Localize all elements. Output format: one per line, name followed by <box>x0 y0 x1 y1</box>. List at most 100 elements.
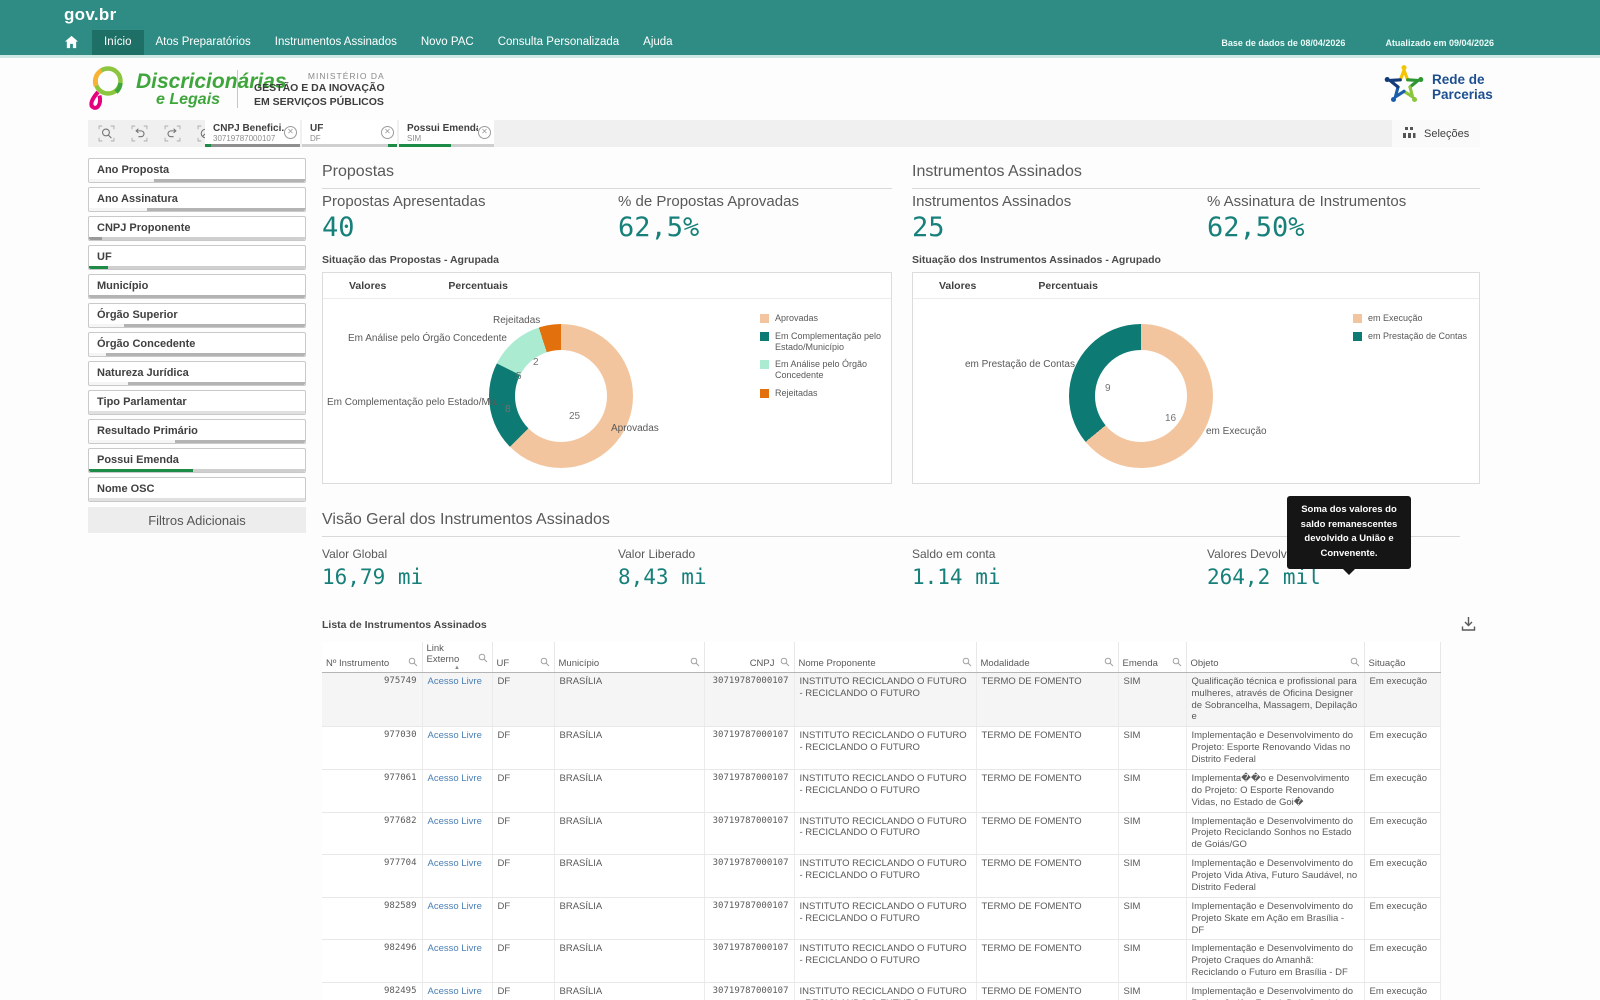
external-link[interactable]: Acesso Livre <box>428 816 482 827</box>
cell-n-instrumento[interactable]: 977030 <box>322 727 422 770</box>
cell-n-instrumento[interactable]: 982496 <box>322 940 422 983</box>
cell-link-externo[interactable]: Acesso Livre <box>422 812 492 855</box>
sidebar-filter-possui-emenda[interactable]: Possui Emenda <box>88 448 306 473</box>
additional-filters-button[interactable]: Filtros Adicionais <box>88 507 306 533</box>
sidebar-filter-municipio[interactable]: Município <box>88 274 306 299</box>
cell-uf[interactable]: DF <box>492 855 554 898</box>
cell-uf[interactable]: DF <box>492 769 554 812</box>
cell-objeto[interactable]: Implementação e Desenvolvimento do Proje… <box>1186 727 1364 770</box>
cell-situacao[interactable]: Em execução <box>1364 983 1440 1000</box>
smart-search-icon[interactable] <box>94 122 118 145</box>
cell-objeto[interactable]: Qualificação técnica e profissional para… <box>1186 672 1364 727</box>
cell-cnpj[interactable]: 30719787000107 <box>704 855 794 898</box>
cell-municipio[interactable]: BRASÍLIA <box>554 940 704 983</box>
cell-n-instrumento[interactable]: 977704 <box>322 855 422 898</box>
cell-objeto[interactable]: Implementação e Desenvolvimento do Proje… <box>1186 983 1364 1000</box>
cell-uf[interactable]: DF <box>492 983 554 1000</box>
cell-emenda[interactable]: SIM <box>1118 940 1186 983</box>
govbr-logo[interactable]: gov.br <box>64 5 117 25</box>
cell-n-instrumento[interactable]: 977061 <box>322 769 422 812</box>
column-header-situacao[interactable]: Situação <box>1364 642 1440 672</box>
cell-nome-proponente[interactable]: INSTITUTO RECICLANDO O FUTURO - RECICLAN… <box>794 672 976 727</box>
cell-link-externo[interactable]: Acesso Livre <box>422 769 492 812</box>
cell-emenda[interactable]: SIM <box>1118 769 1186 812</box>
cell-situacao[interactable]: Em execução <box>1364 769 1440 812</box>
cell-municipio[interactable]: BRASÍLIA <box>554 672 704 727</box>
cell-modalidade[interactable]: TERMO DE FOMENTO <box>976 812 1118 855</box>
cell-n-instrumento[interactable]: 982589 <box>322 897 422 940</box>
sidebar-filter-nome-osc[interactable]: Nome OSC <box>88 477 306 502</box>
propostas-donut-chart[interactable] <box>489 324 633 468</box>
cell-uf[interactable]: DF <box>492 672 554 727</box>
legend-item-em-analise-pelo-orgao-concedente[interactable]: Em Análise pelo Órgão Concedente <box>760 359 885 381</box>
cell-emenda[interactable]: SIM <box>1118 727 1186 770</box>
column-header-uf[interactable]: UF <box>492 642 554 672</box>
cell-municipio[interactable]: BRASÍLIA <box>554 769 704 812</box>
cell-emenda[interactable]: SIM <box>1118 855 1186 898</box>
cell-link-externo[interactable]: Acesso Livre <box>422 855 492 898</box>
search-icon[interactable] <box>540 657 550 670</box>
search-icon[interactable] <box>780 657 790 670</box>
legend-item-rejeitadas[interactable]: Rejeitadas <box>760 388 885 399</box>
legend-item-em-execucao[interactable]: em Execução <box>1353 313 1475 324</box>
tab-percentuais[interactable]: Percentuais <box>1038 280 1098 292</box>
cell-situacao[interactable]: Em execução <box>1364 940 1440 983</box>
search-icon[interactable] <box>1104 657 1114 670</box>
cell-cnpj[interactable]: 30719787000107 <box>704 940 794 983</box>
cell-uf[interactable]: DF <box>492 812 554 855</box>
column-header-emenda[interactable]: Emenda <box>1118 642 1186 672</box>
cell-situacao[interactable]: Em execução <box>1364 855 1440 898</box>
search-icon[interactable] <box>962 657 972 670</box>
cell-cnpj[interactable]: 30719787000107 <box>704 897 794 940</box>
external-link[interactable]: Acesso Livre <box>428 858 482 869</box>
cell-link-externo[interactable]: Acesso Livre <box>422 897 492 940</box>
cell-situacao[interactable]: Em execução <box>1364 727 1440 770</box>
cell-uf[interactable]: DF <box>492 727 554 770</box>
cell-emenda[interactable]: SIM <box>1118 983 1186 1000</box>
cell-municipio[interactable]: BRASÍLIA <box>554 812 704 855</box>
column-header-nome-proponente[interactable]: Nome Proponente <box>794 642 976 672</box>
column-header-cnpj[interactable]: CNPJ <box>704 642 794 672</box>
cell-nome-proponente[interactable]: INSTITUTO RECICLANDO O FUTURO - RECICLAN… <box>794 769 976 812</box>
cell-cnpj[interactable]: 30719787000107 <box>704 983 794 1000</box>
cell-modalidade[interactable]: TERMO DE FOMENTO <box>976 940 1118 983</box>
cell-n-instrumento[interactable]: 982495 <box>322 983 422 1000</box>
cell-nome-proponente[interactable]: INSTITUTO RECICLANDO O FUTURO - RECICLAN… <box>794 727 976 770</box>
column-header-municipio[interactable]: Município <box>554 642 704 672</box>
cell-municipio[interactable]: BRASÍLIA <box>554 855 704 898</box>
cell-emenda[interactable]: SIM <box>1118 812 1186 855</box>
sidebar-filter-tipo-parlamentar[interactable]: Tipo Parlamentar <box>88 390 306 415</box>
legend-item-em-complementacao-pelo-estado-municipio[interactable]: Em Complementação pelo Estado/Município <box>760 331 885 353</box>
cell-modalidade[interactable]: TERMO DE FOMENTO <box>976 769 1118 812</box>
tab-valores[interactable]: Valores <box>939 280 976 292</box>
cell-nome-proponente[interactable]: INSTITUTO RECICLANDO O FUTURO - RECICLAN… <box>794 940 976 983</box>
sidebar-filter-orgao-concedente[interactable]: Órgão Concedente <box>88 332 306 357</box>
cell-link-externo[interactable]: Acesso Livre <box>422 672 492 727</box>
cell-nome-proponente[interactable]: INSTITUTO RECICLANDO O FUTURO - RECICLAN… <box>794 855 976 898</box>
home-icon[interactable] <box>64 35 79 54</box>
cell-emenda[interactable]: SIM <box>1118 672 1186 727</box>
external-link[interactable]: Acesso Livre <box>428 901 482 912</box>
search-icon[interactable] <box>408 657 418 670</box>
cell-modalidade[interactable]: TERMO DE FOMENTO <box>976 727 1118 770</box>
external-link[interactable]: Acesso Livre <box>428 773 482 784</box>
nav-item-instrumentos-assinados[interactable]: Instrumentos Assinados <box>263 30 409 55</box>
cell-objeto[interactable]: Implementação e Desenvolvimento do Proje… <box>1186 812 1364 855</box>
tab-valores[interactable]: Valores <box>349 280 386 292</box>
filter-chip-cnpj-benefici[interactable]: CNPJ Benefici...30719787000107✕ <box>205 120 300 147</box>
nav-item-novo-pac[interactable]: Novo PAC <box>409 30 486 55</box>
sidebar-filter-natureza-juridica[interactable]: Natureza Jurídica <box>88 361 306 386</box>
cell-objeto[interactable]: Implementa��o e Desenvolvimento do Proje… <box>1186 769 1364 812</box>
selections-button[interactable]: Seleções <box>1392 120 1480 147</box>
cell-modalidade[interactable]: TERMO DE FOMENTO <box>976 983 1118 1000</box>
cell-cnpj[interactable]: 30719787000107 <box>704 672 794 727</box>
cell-n-instrumento[interactable]: 975749 <box>322 672 422 727</box>
sidebar-filter-resultado-primario[interactable]: Resultado Primário <box>88 419 306 444</box>
cell-municipio[interactable]: BRASÍLIA <box>554 897 704 940</box>
download-icon[interactable] <box>1460 615 1477 637</box>
cell-situacao[interactable]: Em execução <box>1364 812 1440 855</box>
cell-situacao[interactable]: Em execução <box>1364 672 1440 727</box>
legend-item-em-prestacao-de-contas[interactable]: em Prestação de Contas <box>1353 331 1475 342</box>
cell-cnpj[interactable]: 30719787000107 <box>704 769 794 812</box>
column-header-modalidade[interactable]: Modalidade <box>976 642 1118 672</box>
